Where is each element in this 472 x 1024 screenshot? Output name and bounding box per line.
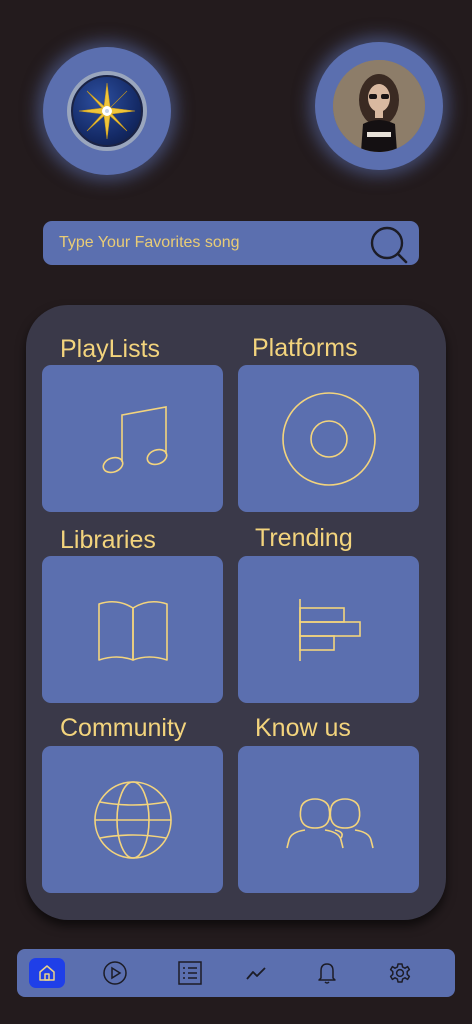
bottom-nav (17, 949, 455, 997)
tile-label-libraries: Libraries (60, 526, 156, 554)
music-note-icon (102, 405, 167, 473)
disc-icon (281, 391, 376, 486)
tile-libraries[interactable] (42, 556, 223, 703)
search-input[interactable] (59, 234, 359, 252)
logo-ring[interactable] (43, 47, 171, 175)
search-icon[interactable] (369, 225, 409, 265)
tile-playlists[interactable] (42, 365, 223, 512)
people-icon (285, 797, 374, 848)
nav-list[interactable] (174, 958, 206, 988)
gear-icon (389, 963, 411, 983)
trend-icon (246, 967, 266, 980)
tile-label-trending: Trending (255, 524, 353, 552)
bar-chart-icon (298, 598, 361, 661)
nav-home[interactable] (29, 958, 65, 988)
search-bar (43, 221, 419, 265)
profile-ring[interactable] (315, 42, 443, 170)
tile-label-know-us: Know us (255, 714, 351, 742)
tile-label-platforms: Platforms (252, 334, 358, 362)
tile-community[interactable] (42, 746, 223, 893)
nav-play[interactable] (99, 958, 131, 988)
home-icon (39, 965, 55, 981)
bell-icon (318, 963, 336, 984)
nav-settings[interactable] (384, 958, 416, 988)
tile-label-playlists: PlayLists (60, 335, 161, 363)
user-avatar[interactable] (333, 60, 425, 152)
globe-icon (93, 780, 172, 859)
tile-trending[interactable] (238, 556, 419, 703)
nav-trend[interactable] (241, 958, 273, 988)
category-panel: PlayLists Platforms Libraries Trending C… (26, 305, 446, 920)
tile-know-us[interactable] (238, 746, 419, 893)
compass-logo-icon (67, 71, 147, 151)
list-icon (178, 961, 202, 985)
open-book-icon (97, 600, 168, 661)
tile-label-community: Community (60, 714, 187, 742)
tile-platforms[interactable] (238, 365, 419, 512)
play-icon (103, 961, 127, 985)
nav-notifications[interactable] (311, 958, 343, 988)
